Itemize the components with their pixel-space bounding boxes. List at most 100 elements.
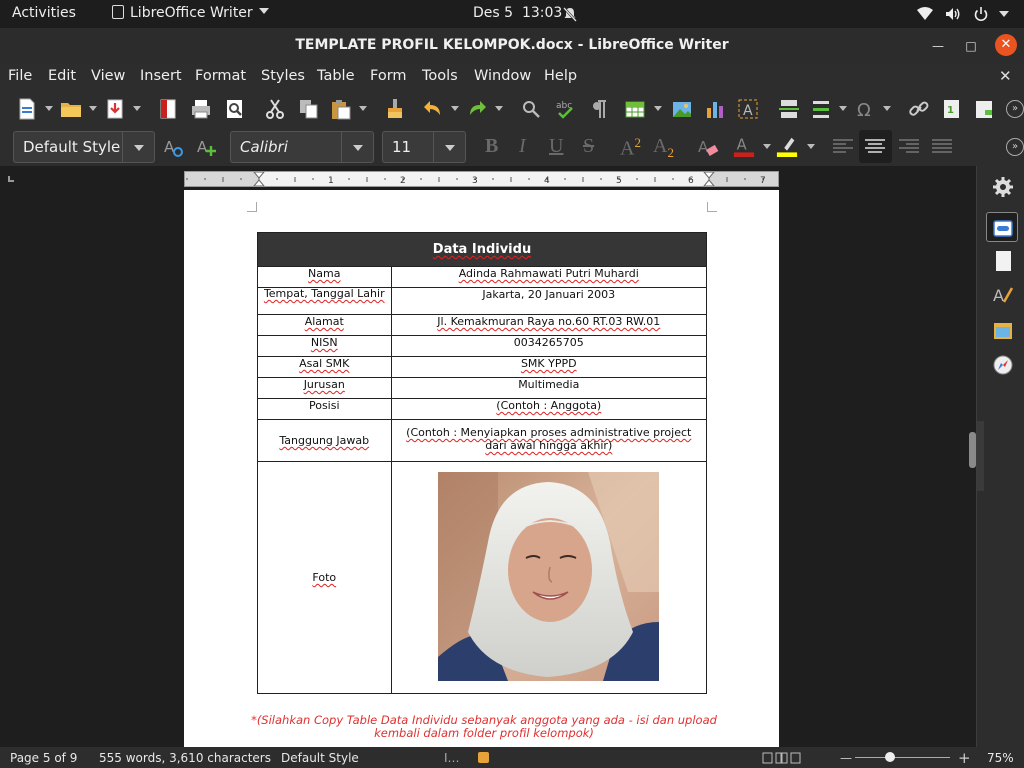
- font-size-box[interactable]: 11: [382, 131, 466, 163]
- print-icon[interactable]: [190, 98, 212, 120]
- photo-cell[interactable]: [390, 461, 708, 694]
- menu-insert[interactable]: Insert: [140, 68, 182, 84]
- menu-view[interactable]: View: [91, 68, 125, 84]
- menu-help[interactable]: Help: [544, 68, 577, 84]
- align-left-icon[interactable]: [832, 136, 854, 158]
- spelling-icon[interactable]: abc: [554, 98, 576, 120]
- row-label-cell[interactable]: Foto: [257, 461, 392, 694]
- zoom-in-button[interactable]: +: [958, 749, 971, 767]
- row-label-cell[interactable]: Posisi: [257, 398, 392, 420]
- row-label-cell[interactable]: Alamat: [257, 314, 392, 336]
- activities-button[interactable]: Activities: [12, 5, 76, 21]
- menu-form[interactable]: Form: [370, 68, 407, 84]
- sidebar-collapse-handle[interactable]: [969, 432, 976, 468]
- page-icon[interactable]: [992, 250, 1014, 272]
- navigator-icon[interactable]: [992, 354, 1014, 376]
- row-value-cell[interactable]: (Contoh : Anggota): [390, 398, 708, 420]
- font-name-box[interactable]: Calibri: [230, 131, 374, 163]
- paragraph-style-box[interactable]: Default Style: [13, 131, 155, 163]
- open-dropdown-icon[interactable]: [89, 106, 97, 111]
- minimize-button[interactable]: —: [929, 37, 947, 55]
- sidebar-settings-icon[interactable]: [992, 176, 1014, 198]
- row-value-cell[interactable]: Jl. Kemakmuran Raya no.60 RT.03 RW.01: [390, 314, 708, 336]
- styles-icon[interactable]: A: [992, 284, 1014, 306]
- update-style-icon[interactable]: A: [163, 136, 185, 158]
- row-label-cell[interactable]: NISN: [257, 335, 392, 357]
- system-menu-chevron-icon[interactable]: [999, 11, 1009, 17]
- insert-field-dropdown-icon[interactable]: [839, 106, 847, 111]
- cut-icon[interactable]: [264, 98, 286, 120]
- row-label-cell[interactable]: Jurusan: [257, 377, 392, 399]
- row-label-cell[interactable]: Nama: [257, 266, 392, 288]
- find-replace-icon[interactable]: [520, 98, 542, 120]
- vertical-scrollbar[interactable]: [977, 421, 984, 491]
- insert-table-icon[interactable]: [624, 98, 646, 120]
- new-style-icon[interactable]: A: [196, 136, 218, 158]
- volume-icon[interactable]: [945, 6, 961, 22]
- row-value-cell[interactable]: Multimedia: [390, 377, 708, 399]
- undo-icon[interactable]: [422, 98, 444, 120]
- power-icon[interactable]: [973, 6, 989, 22]
- undo-dropdown-icon[interactable]: [451, 106, 459, 111]
- italic-button[interactable]: I: [519, 135, 526, 158]
- zoom-slider-track[interactable]: [855, 757, 950, 758]
- menu-window[interactable]: Window: [474, 68, 531, 84]
- word-count[interactable]: 555 words, 3,610 characters: [99, 751, 271, 765]
- clock[interactable]: Des 5 13:03: [473, 5, 562, 21]
- insert-image-icon[interactable]: [671, 98, 693, 120]
- view-layout-icons[interactable]: [762, 752, 802, 764]
- menu-styles[interactable]: Styles: [261, 68, 305, 84]
- toolbar-overflow-icon[interactable]: »: [1006, 100, 1024, 118]
- font-color-icon[interactable]: A: [733, 135, 755, 157]
- app-menu[interactable]: LibreOffice Writer: [112, 5, 269, 21]
- insert-comment-icon[interactable]: [973, 98, 995, 120]
- copy-icon[interactable]: [298, 98, 320, 120]
- document-modified-icon[interactable]: [478, 752, 489, 763]
- align-right-icon[interactable]: [898, 136, 920, 158]
- row-value-cell[interactable]: 0034265705: [390, 335, 708, 357]
- close-window-button[interactable]: ✕: [995, 34, 1017, 56]
- export-pdf-icon[interactable]: [158, 98, 180, 120]
- footnote-text[interactable]: *(Silahkan Copy Table Data Individu seba…: [244, 714, 724, 740]
- gallery-icon[interactable]: [992, 320, 1014, 342]
- table-title-cell[interactable]: Data Individu: [257, 232, 707, 267]
- sidebar-properties-tab[interactable]: [986, 212, 1018, 242]
- font-name-dropdown-icon[interactable]: [341, 132, 373, 162]
- align-center-button[interactable]: [859, 130, 892, 163]
- save-dropdown-icon[interactable]: [133, 106, 141, 111]
- bold-button[interactable]: B: [485, 135, 498, 158]
- row-label-cell[interactable]: Asal SMK: [257, 356, 392, 378]
- row-value-cell[interactable]: SMK YPPD: [390, 356, 708, 378]
- insert-chart-icon[interactable]: [704, 98, 726, 120]
- paste-icon[interactable]: [330, 98, 352, 120]
- subscript-button[interactable]: A2: [653, 135, 674, 161]
- zoom-slider-thumb[interactable]: [885, 752, 895, 762]
- print-preview-icon[interactable]: [224, 98, 246, 120]
- row-value-cell[interactable]: Adinda Rahmawati Putri Muhardi: [390, 266, 708, 288]
- open-folder-icon[interactable]: [60, 98, 82, 120]
- strikethrough-button[interactable]: S: [583, 135, 594, 158]
- special-character-dropdown-icon[interactable]: [883, 106, 891, 111]
- redo-icon[interactable]: [466, 98, 488, 120]
- insert-page-break-icon[interactable]: [778, 98, 800, 120]
- row-value-cell[interactable]: (Contoh : Menyiapkan proses administrati…: [390, 419, 708, 462]
- row-label-cell[interactable]: Tempat, Tanggal Lahir: [257, 287, 392, 315]
- insert-table-dropdown-icon[interactable]: [654, 106, 662, 111]
- page-count[interactable]: Page 5 of 9: [10, 751, 77, 765]
- row-label-cell[interactable]: Tanggung Jawab: [257, 419, 392, 462]
- justify-icon[interactable]: [931, 136, 953, 158]
- maximize-button[interactable]: □: [962, 37, 980, 55]
- menu-tools[interactable]: Tools: [422, 68, 458, 84]
- paste-dropdown-icon[interactable]: [359, 106, 367, 111]
- formatting-overflow-icon[interactable]: »: [1006, 138, 1024, 156]
- superscript-button[interactable]: A2: [620, 135, 641, 161]
- save-icon[interactable]: [104, 98, 126, 120]
- document-page[interactable]: Data Individu Nama Adinda Rahmawati Putr…: [184, 190, 779, 747]
- zoom-out-button[interactable]: —: [840, 751, 852, 765]
- menu-format[interactable]: Format: [195, 68, 246, 84]
- new-document-icon[interactable]: [16, 98, 38, 120]
- tab-stop-selector-icon[interactable]: [8, 176, 14, 182]
- close-document-icon[interactable]: ✕: [999, 67, 1012, 85]
- font-color-dropdown-icon[interactable]: [763, 144, 771, 149]
- special-character-icon[interactable]: Ω: [855, 98, 877, 120]
